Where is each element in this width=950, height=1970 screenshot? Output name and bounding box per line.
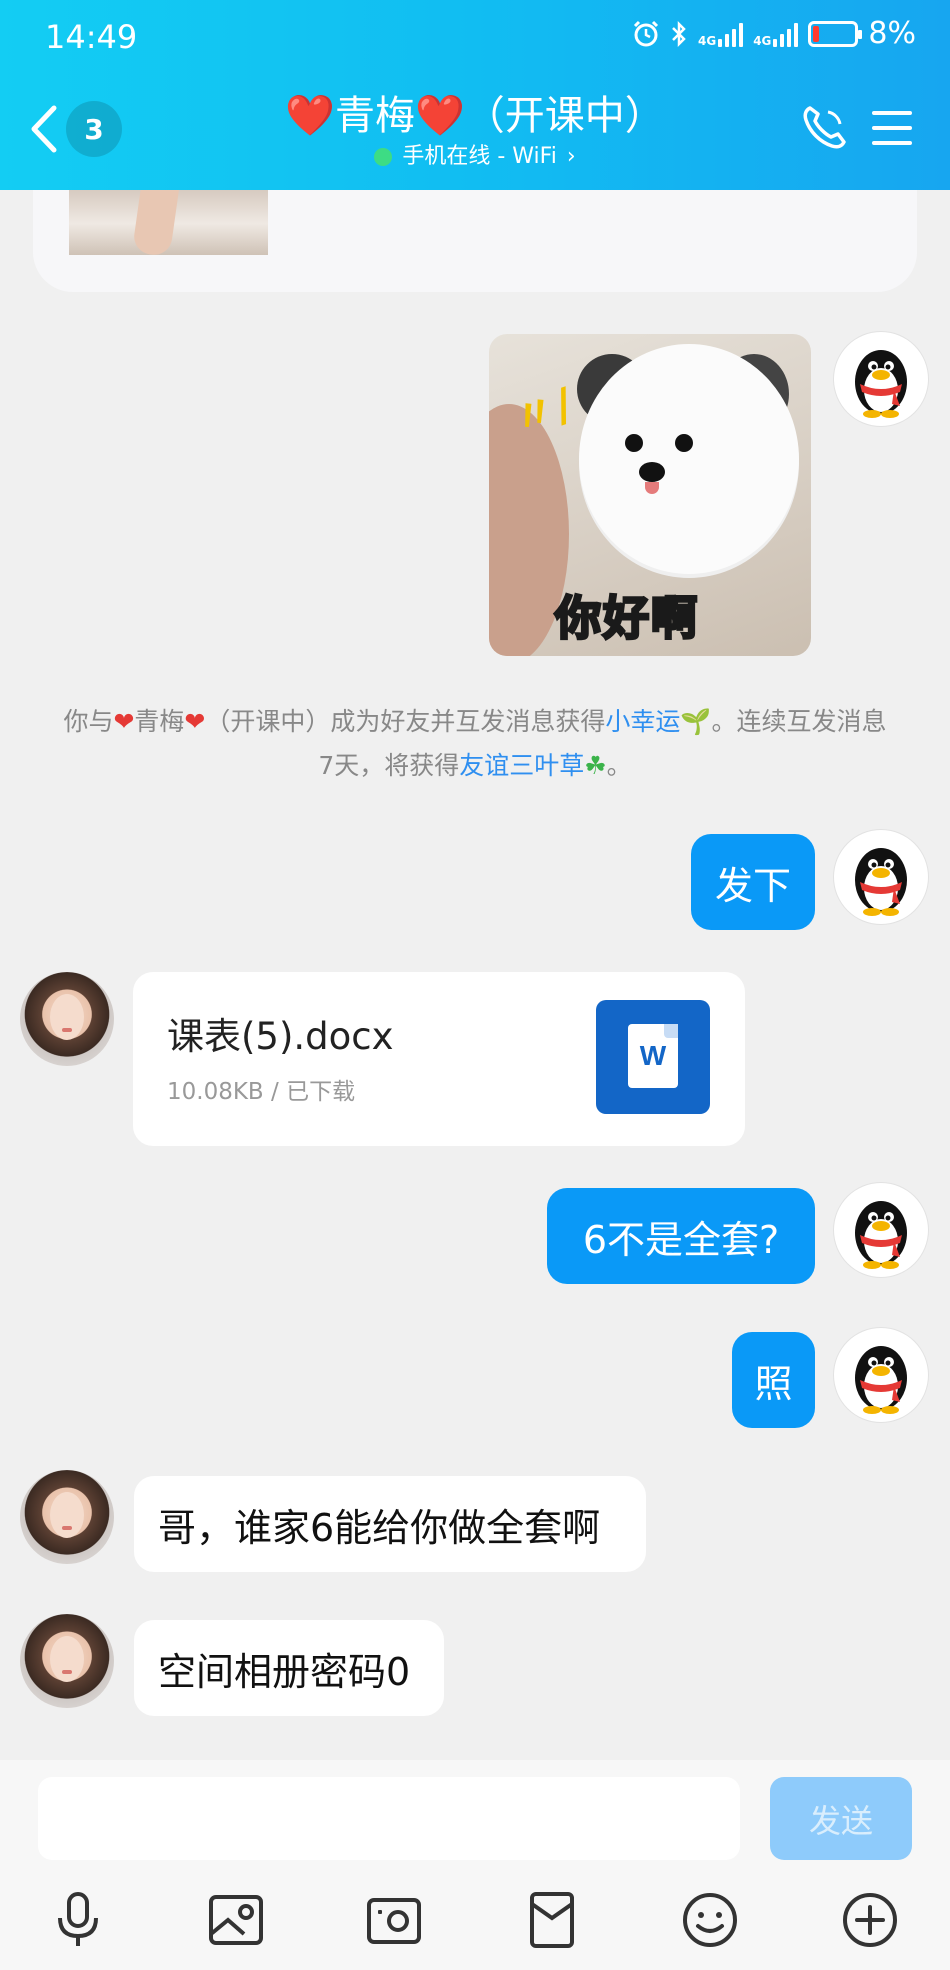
message-bubble-received[interactable]: 空间相册密码0: [134, 1620, 444, 1716]
red-packet-button[interactable]: [522, 1890, 582, 1950]
qq-penguin-icon: [855, 1346, 907, 1414]
friendship-notice: 你与❤青梅❤（开课中）成为好友并互发消息获得小幸运🌱。连续互发消息7天，将获得友…: [63, 707, 887, 780]
file-name: 课表(5).docx: [167, 1015, 394, 1058]
online-status-text: 手机在线 - WiFi: [402, 144, 557, 169]
alarm-icon: [633, 20, 659, 46]
microphone-icon: [58, 1892, 98, 1946]
file-message-card[interactable]: 课表(5).docx 10.08KB / 已下载 W: [133, 972, 745, 1146]
battery-icon: [808, 20, 863, 47]
sprout-icon: 🌱: [680, 707, 712, 736]
emoji-button[interactable]: [680, 1890, 740, 1950]
call-button[interactable]: [798, 102, 850, 154]
phone-icon: [803, 106, 846, 149]
heart-icon: ❤: [184, 707, 206, 736]
heart-icon: ❤: [113, 707, 135, 736]
image-icon: [209, 1895, 263, 1945]
chat-title: ❤️青梅❤️（开课中）: [285, 93, 665, 139]
voice-button[interactable]: [48, 1890, 108, 1950]
emoji-icon: [683, 1893, 737, 1947]
online-status[interactable]: 手机在线 - WiFi ›: [180, 142, 770, 172]
chat-header: 14:49 4G 4G 8% 3 ❤️青梅❤️（开课中） 手机在线 - WiFi…: [0, 0, 950, 190]
input-bar: 发送: [0, 1760, 950, 1970]
lucky-link[interactable]: 小幸运: [605, 707, 680, 736]
signal-right: 4G: [753, 21, 799, 47]
battery-percent: 8%: [868, 16, 916, 51]
message-bubble-sent[interactable]: 照: [732, 1332, 815, 1428]
my-avatar[interactable]: [834, 1183, 928, 1277]
more-button[interactable]: [840, 1890, 900, 1950]
qq-penguin-icon: [855, 350, 907, 418]
message-bubble-sent[interactable]: 发下: [691, 834, 815, 930]
input-toolbar: [0, 1890, 950, 1960]
online-dot-icon: [374, 148, 393, 166]
signal-left: 4G: [698, 21, 744, 47]
bluetooth-icon: [672, 20, 686, 47]
message-bubble-sent[interactable]: 6不是全套?: [547, 1188, 815, 1284]
contact-avatar[interactable]: [20, 972, 114, 1066]
contact-avatar[interactable]: [20, 1614, 114, 1708]
camera-icon: [367, 1898, 421, 1944]
red-packet-icon: [530, 1892, 574, 1948]
my-avatar[interactable]: [834, 830, 928, 924]
word-document-icon: W: [596, 1000, 710, 1114]
album-button[interactable]: [206, 1890, 266, 1950]
chat-title-area[interactable]: ❤️青梅❤️（开课中） 手机在线 - WiFi ›: [180, 92, 770, 172]
plus-icon: [843, 1893, 897, 1947]
clover-icon: ☘: [584, 751, 607, 780]
message-bubble-received[interactable]: 哥，谁家6能给你做全套啊: [134, 1476, 646, 1572]
sticker-message[interactable]: 〃/ 你好啊: [489, 334, 811, 656]
file-meta: 10.08KB / 已下载: [167, 1079, 356, 1105]
status-time: 14:49: [45, 18, 138, 56]
message-input[interactable]: [38, 1777, 740, 1860]
menu-button[interactable]: [870, 108, 914, 148]
my-avatar[interactable]: [834, 1328, 928, 1422]
chevron-left-icon: [31, 105, 57, 153]
unread-badge[interactable]: 3: [66, 101, 122, 157]
clover-link[interactable]: 友谊三叶草: [459, 751, 584, 780]
qq-penguin-icon: [855, 848, 907, 916]
send-button[interactable]: 发送: [770, 1777, 912, 1860]
sticker-caption: 你好啊: [554, 590, 699, 647]
qq-penguin-icon: [855, 1201, 907, 1269]
contact-avatar[interactable]: [20, 1470, 114, 1564]
hamburger-menu-icon: [872, 111, 912, 145]
my-avatar[interactable]: [834, 332, 928, 426]
status-icons: 4G 4G 8%: [632, 16, 916, 51]
camera-button[interactable]: [364, 1890, 424, 1950]
back-button[interactable]: [26, 104, 66, 154]
chevron-right-icon: ›: [566, 144, 576, 169]
